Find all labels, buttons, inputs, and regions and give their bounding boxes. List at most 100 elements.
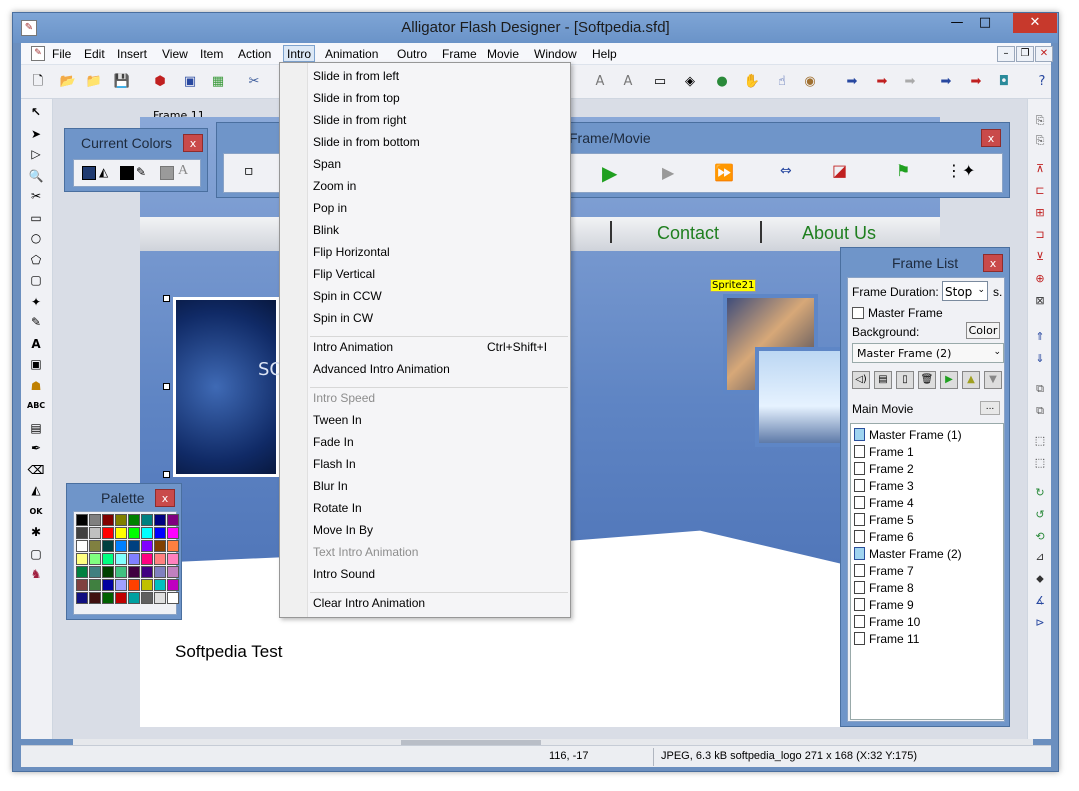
palette-swatch[interactable] — [141, 527, 153, 539]
open-folder-icon[interactable]: 📁 — [85, 73, 103, 91]
palette-swatch[interactable] — [115, 527, 127, 539]
palette-swatch[interactable] — [167, 566, 179, 578]
eraser-icon[interactable]: ◈ — [681, 73, 699, 91]
menu-item-slide-in-from-left[interactable]: Slide in from left — [313, 69, 399, 83]
send-back-icon[interactable]: ⧉ — [1032, 403, 1048, 419]
palette-swatch[interactable] — [115, 579, 127, 591]
distribute-icon[interactable]: ⊕ — [1032, 271, 1048, 287]
save-icon[interactable]: 💾 — [113, 73, 131, 91]
menu-item-blink[interactable]: Blink — [313, 223, 339, 237]
palette-swatch[interactable] — [102, 579, 114, 591]
new-frame-icon[interactable]: ▫ — [244, 163, 264, 183]
frame-movie-close[interactable]: x — [981, 129, 1001, 147]
frame-list-item[interactable]: Frame 6 — [851, 529, 1001, 545]
palette-swatch[interactable] — [89, 514, 101, 526]
frame-list-item[interactable]: Frame 4 — [851, 495, 1001, 511]
export-frame-icon[interactable]: ◪ — [832, 161, 847, 180]
rotate-ccw-icon[interactable]: ↺ — [1032, 507, 1048, 523]
palette-swatch[interactable] — [154, 579, 166, 591]
selected-image[interactable] — [173, 297, 279, 477]
palette-swatch[interactable] — [167, 592, 179, 604]
arrow-in-icon[interactable]: ➡ — [843, 73, 861, 91]
resize-icon[interactable]: ⬚ — [1032, 455, 1048, 471]
fill-icon[interactable]: ◭ — [27, 481, 45, 499]
select-arrow-icon[interactable]: ↖ — [27, 103, 45, 121]
move-up-icon[interactable]: ▲ — [962, 371, 980, 389]
zoom-icon[interactable]: 🔍 — [27, 167, 45, 185]
menu-item-slide-in-from-top[interactable]: Slide in from top — [313, 91, 400, 105]
sprite-photo-jumping[interactable] — [755, 347, 845, 447]
palette-swatch[interactable] — [76, 553, 88, 565]
close-window-button[interactable]: ✕ — [1013, 13, 1057, 33]
nav-link-contact[interactable]: Contact — [657, 223, 719, 244]
rotate-icon[interactable]: ⟲ — [1032, 529, 1048, 545]
palette-swatch[interactable] — [76, 540, 88, 552]
pointer-icon[interactable]: ➤ — [27, 125, 45, 143]
frame-list-item[interactable]: Frame 3 — [851, 478, 1001, 494]
menu-help[interactable]: Help — [590, 46, 619, 63]
mdi-restore-button[interactable]: ❐ — [1016, 46, 1034, 62]
eraser-tool-icon[interactable]: ⌫ — [27, 461, 45, 479]
edit-points-icon[interactable]: ▷ — [27, 145, 45, 163]
align-center-icon[interactable]: ⊞ — [1032, 205, 1048, 221]
menu-item-rotate-in[interactable]: Rotate In — [313, 501, 362, 515]
palette-swatch[interactable] — [76, 566, 88, 578]
align-right-icon[interactable]: ⊐ — [1032, 227, 1048, 243]
image-tool-icon[interactable]: ▣ — [27, 355, 45, 373]
menu-insert[interactable]: Insert — [115, 46, 149, 63]
palette-swatch[interactable] — [102, 514, 114, 526]
arrow-disabled-icon[interactable]: ➡ — [901, 73, 919, 91]
resize-handle[interactable] — [163, 471, 170, 478]
abc-tool-icon[interactable]: ABC — [27, 397, 45, 415]
palette-swatch[interactable] — [141, 579, 153, 591]
new-icon[interactable]: 🗋 — [29, 73, 47, 91]
frame-list-item[interactable]: Frame 8 — [851, 580, 1001, 596]
frame-flag-icon[interactable]: ⚑ — [896, 161, 910, 180]
document-icon[interactable]: ✎ — [31, 46, 45, 61]
current-colors-close[interactable]: x — [183, 134, 203, 152]
menu-window[interactable]: Window — [532, 46, 579, 63]
sound-icon[interactable]: ◉ — [801, 73, 819, 91]
resize-handle[interactable] — [163, 295, 170, 302]
palette-swatch[interactable] — [154, 527, 166, 539]
palette-swatch[interactable] — [128, 566, 140, 578]
menu-item-spin-in-cw[interactable]: Spin in CW — [313, 311, 373, 325]
play-frame-icon[interactable]: ▶ — [940, 371, 958, 389]
menu-item-pop-in[interactable]: Pop in — [313, 201, 347, 215]
palette-swatch[interactable] — [89, 579, 101, 591]
eyedropper-icon[interactable]: ✒ — [27, 439, 45, 457]
menu-item-flip-horizontal[interactable]: Flip Horizontal — [313, 245, 390, 259]
frame-out-icon[interactable]: ➡ — [967, 73, 985, 91]
palette-swatch[interactable] — [141, 540, 153, 552]
palette-swatch[interactable] — [102, 540, 114, 552]
menu-item-slide-in-from-right[interactable]: Slide in from right — [313, 113, 406, 127]
palette-swatch[interactable] — [89, 553, 101, 565]
polygon-tool-icon[interactable]: ⬠ — [27, 251, 45, 269]
palette-swatch[interactable] — [154, 514, 166, 526]
hand-icon[interactable]: ✋ — [743, 73, 761, 91]
palette-swatch[interactable] — [141, 566, 153, 578]
text-tool-icon[interactable]: A — [27, 335, 45, 353]
minimize-button[interactable]: — — [943, 13, 971, 33]
angle-icon[interactable]: ∡ — [1032, 593, 1048, 609]
palette-swatch[interactable] — [102, 553, 114, 565]
palette-swatch[interactable] — [76, 592, 88, 604]
palette-swatch[interactable] — [128, 527, 140, 539]
menu-view[interactable]: View — [160, 46, 190, 63]
new-page-icon[interactable]: ▯ — [896, 371, 914, 389]
align-bottom-icon[interactable]: ⊻ — [1032, 249, 1048, 265]
text-a-icon[interactable]: A — [591, 73, 609, 91]
menu-item-zoom-in[interactable]: Zoom in — [313, 179, 356, 193]
menu-item-intro-animation[interactable]: Intro Animation — [313, 340, 393, 354]
background-select[interactable]: Master Frame (2) ⌄ — [852, 343, 1004, 363]
palette-swatch[interactable] — [115, 540, 127, 552]
export-icon[interactable]: ⬢ — [151, 73, 169, 91]
frame-list-item[interactable]: Master Frame (2) — [851, 546, 1001, 562]
align-top-icon[interactable]: ⊼ — [1032, 161, 1048, 177]
menu-item-blur-in[interactable]: Blur In — [313, 479, 348, 493]
align-left-icon[interactable]: ⊏ — [1032, 183, 1048, 199]
flip-h-icon[interactable]: ⊿ — [1032, 549, 1048, 565]
palette-swatch[interactable] — [89, 527, 101, 539]
frame-list-item[interactable]: Master Frame (1) — [851, 427, 1001, 443]
frame-effects-icon[interactable]: ⋮✦ — [946, 161, 975, 180]
